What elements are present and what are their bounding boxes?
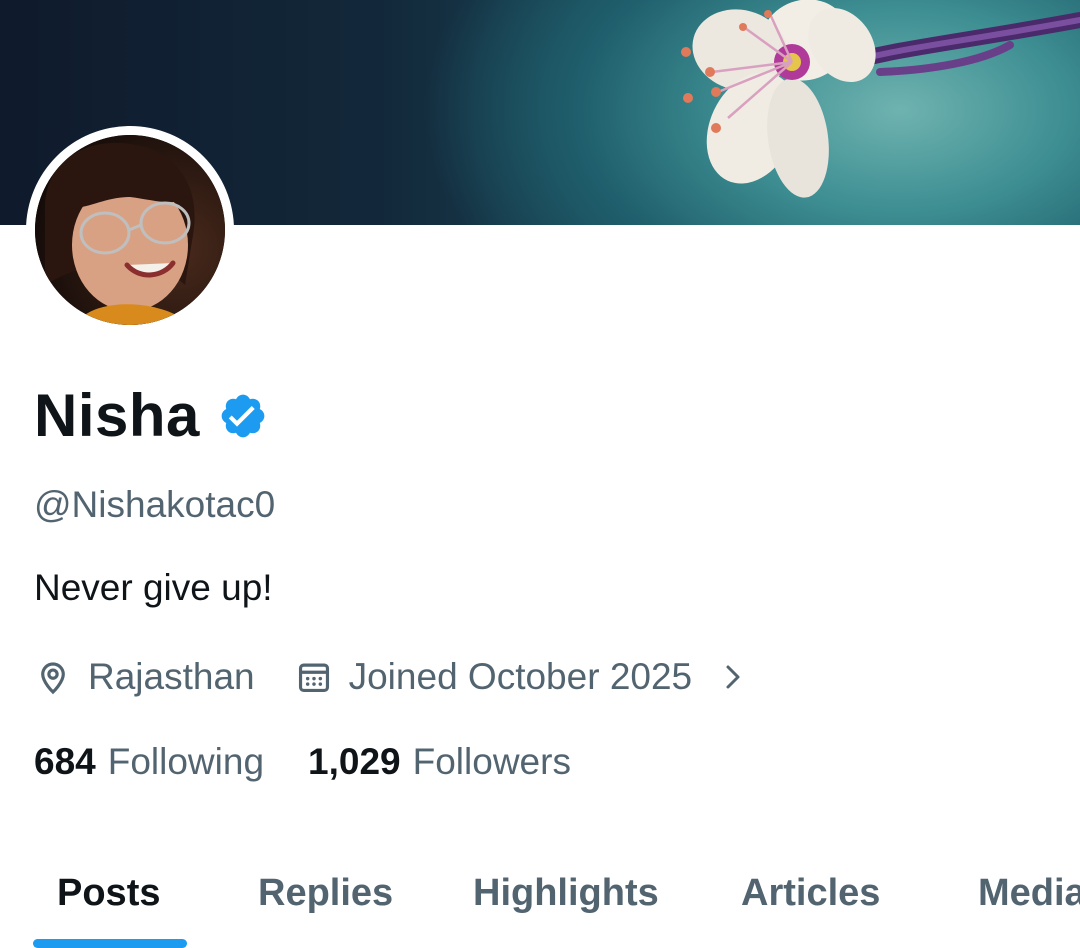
joined-item[interactable]: Joined October 2025 (295, 652, 749, 702)
profile-meta: Rajasthan Joined October 2025 (34, 652, 748, 702)
active-tab-indicator (33, 939, 187, 948)
following-count: 684 (34, 741, 96, 782)
joined-text: Joined October 2025 (348, 656, 693, 697)
profile-handle: @Nishakotac0 (34, 484, 276, 525)
profile-page: Nisha @Nishakotac0 Never give up! Rajast… (0, 0, 1080, 948)
profile-tabs: Posts Replies Highlights Articles Media (0, 845, 1080, 948)
tab-highlights[interactable]: Highlights (473, 863, 659, 923)
follow-stats: 684 Following 1,029 Followers (34, 737, 571, 787)
tab-articles[interactable]: Articles (741, 863, 880, 923)
following-label: Following (107, 741, 265, 782)
name-row: Nisha (34, 380, 268, 452)
tab-posts[interactable]: Posts (57, 863, 160, 923)
location-item: Rajasthan (34, 652, 255, 702)
chevron-right-icon[interactable] (718, 662, 748, 692)
tab-replies[interactable]: Replies (258, 863, 393, 923)
location-text: Rajasthan (88, 656, 255, 697)
avatar-portrait (35, 135, 225, 325)
verified-badge-icon[interactable] (218, 391, 268, 441)
followers-count: 1,029 (308, 741, 401, 782)
calendar-icon (298, 663, 329, 693)
location-pin-icon (41, 662, 65, 695)
profile-bio: Never give up! (34, 567, 273, 608)
followers-label: Followers (412, 741, 571, 782)
tab-media[interactable]: Media (978, 863, 1080, 923)
followers-link[interactable]: 1,029 Followers (308, 737, 571, 787)
avatar[interactable] (35, 135, 225, 325)
following-link[interactable]: 684 Following (34, 737, 264, 787)
display-name: Nisha (34, 382, 200, 449)
